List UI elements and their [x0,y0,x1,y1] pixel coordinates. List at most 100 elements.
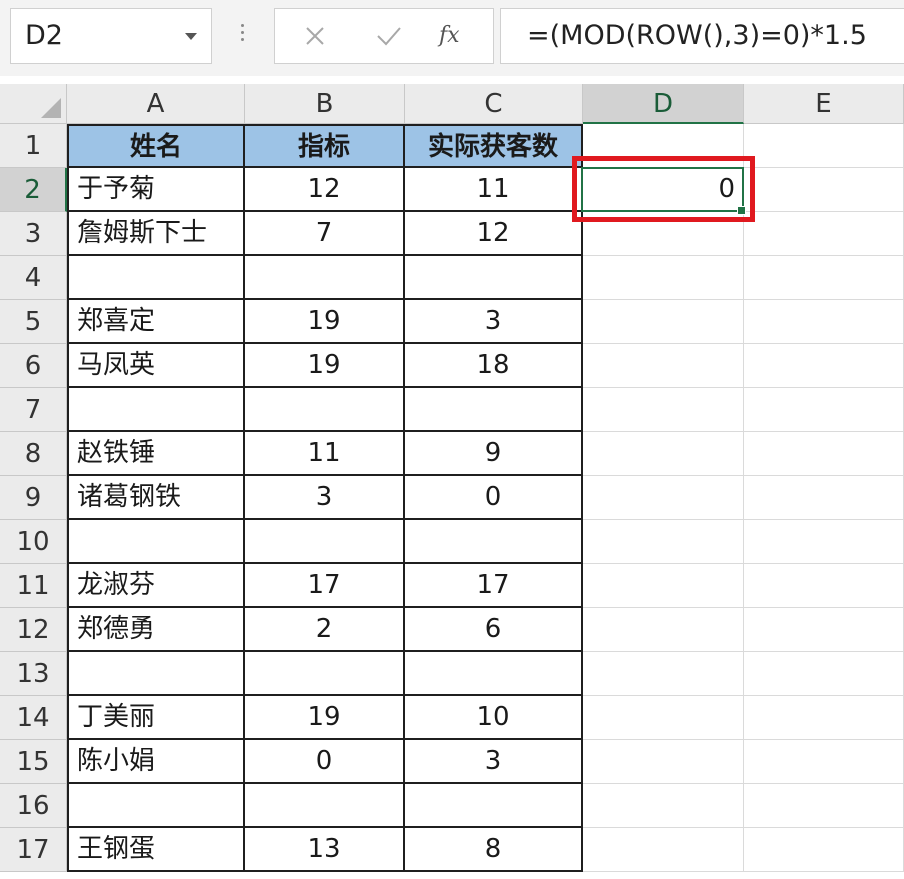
cell-c11[interactable]: 17 [405,564,583,608]
cell-e5[interactable] [744,300,904,344]
cell-e9[interactable] [744,476,904,520]
row-header-9[interactable]: 9 [0,476,67,520]
cell-c10[interactable] [405,520,583,564]
cell-b13[interactable] [245,652,405,696]
cell-e13[interactable] [744,652,904,696]
cell-e3[interactable] [744,212,904,256]
row-header-3[interactable]: 3 [0,212,67,256]
cell-d17[interactable] [583,828,744,872]
formula-input[interactable]: =(MOD(ROW(),3)=0)*1.5 [500,8,904,64]
cell-c9[interactable]: 0 [405,476,583,520]
cell-a3[interactable]: 詹姆斯下士 [67,212,245,256]
cell-d11[interactable] [583,564,744,608]
cell-d7[interactable] [583,388,744,432]
name-box[interactable]: D2 [10,8,212,64]
cell-b9[interactable]: 3 [245,476,405,520]
row-header-4[interactable]: 4 [0,256,67,300]
select-all-button[interactable] [0,84,67,124]
cell-a15[interactable]: 陈小娟 [67,740,245,784]
cell-b14[interactable]: 19 [245,696,405,740]
cell-a13[interactable] [67,652,245,696]
cell-e10[interactable] [744,520,904,564]
row-header-11[interactable]: 11 [0,564,67,608]
cell-c2[interactable]: 11 [405,168,583,212]
cell-c17[interactable]: 8 [405,828,583,872]
cell-a9[interactable]: 诸葛钢铁 [67,476,245,520]
cell-b10[interactable] [245,520,405,564]
cell-e8[interactable] [744,432,904,476]
row-header-13[interactable]: 13 [0,652,67,696]
cell-c12[interactable]: 6 [405,608,583,652]
cell-b4[interactable] [245,256,405,300]
cell-c14[interactable]: 10 [405,696,583,740]
cell-b12[interactable]: 2 [245,608,405,652]
cell-a14[interactable]: 丁美丽 [67,696,245,740]
row-header-2[interactable]: 2 [0,168,67,212]
row-header-12[interactable]: 12 [0,608,67,652]
column-header-e[interactable]: E [744,84,904,124]
cell-c16[interactable] [405,784,583,828]
cell-b5[interactable]: 19 [245,300,405,344]
cell-d5[interactable] [583,300,744,344]
cell-a10[interactable] [67,520,245,564]
cell-b8[interactable]: 11 [245,432,405,476]
enter-button[interactable] [357,9,417,63]
cell-a17[interactable]: 王钢蛋 [67,828,245,872]
cell-b6[interactable]: 19 [245,344,405,388]
cell-c3[interactable]: 12 [405,212,583,256]
cell-c13[interactable] [405,652,583,696]
more-options-icon[interactable] [239,24,245,48]
cell-d6[interactable] [583,344,744,388]
cell-e17[interactable] [744,828,904,872]
cell-a4[interactable] [67,256,245,300]
cell-c15[interactable]: 3 [405,740,583,784]
row-header-10[interactable]: 10 [0,520,67,564]
chevron-down-icon[interactable] [185,33,197,40]
cell-d4[interactable] [583,256,744,300]
cell-d14[interactable] [583,696,744,740]
cell-a6[interactable]: 马凤英 [67,344,245,388]
cell-c6[interactable]: 18 [405,344,583,388]
cell-e2[interactable] [744,168,904,212]
cell-a12[interactable]: 郑德勇 [67,608,245,652]
cell-b11[interactable]: 17 [245,564,405,608]
cell-b2[interactable]: 12 [245,168,405,212]
insert-function-button[interactable]: fx [439,9,460,63]
row-header-17[interactable]: 17 [0,828,67,872]
cell-d13[interactable] [583,652,744,696]
cell-a2[interactable]: 于予菊 [67,168,245,212]
cancel-button[interactable] [285,9,345,63]
cell-a8[interactable]: 赵铁锤 [67,432,245,476]
cell-e16[interactable] [744,784,904,828]
cell-b16[interactable] [245,784,405,828]
cell-a11[interactable]: 龙淑芬 [67,564,245,608]
column-header-b[interactable]: B [245,84,405,124]
header-cell-b[interactable]: 指标 [245,124,405,168]
row-header-7[interactable]: 7 [0,388,67,432]
row-header-8[interactable]: 8 [0,432,67,476]
header-cell-c[interactable]: 实际获客数 [405,124,583,168]
row-header-16[interactable]: 16 [0,784,67,828]
cell-d9[interactable] [583,476,744,520]
cell-a16[interactable] [67,784,245,828]
row-header-1[interactable]: 1 [0,124,67,168]
row-header-6[interactable]: 6 [0,344,67,388]
cell-e12[interactable] [744,608,904,652]
cell-b15[interactable]: 0 [245,740,405,784]
cell-d10[interactable] [583,520,744,564]
cell-a7[interactable] [67,388,245,432]
cell-c7[interactable] [405,388,583,432]
cell-c4[interactable] [405,256,583,300]
cell-b7[interactable] [245,388,405,432]
cell-b3[interactable]: 7 [245,212,405,256]
cell-d15[interactable] [583,740,744,784]
column-header-c[interactable]: C [405,84,583,124]
cell-e15[interactable] [744,740,904,784]
cell-d12[interactable] [583,608,744,652]
cell-c5[interactable]: 3 [405,300,583,344]
column-header-d[interactable]: D [583,84,744,124]
cell-d16[interactable] [583,784,744,828]
column-header-a[interactable]: A [67,84,245,124]
row-header-15[interactable]: 15 [0,740,67,784]
cell-e7[interactable] [744,388,904,432]
